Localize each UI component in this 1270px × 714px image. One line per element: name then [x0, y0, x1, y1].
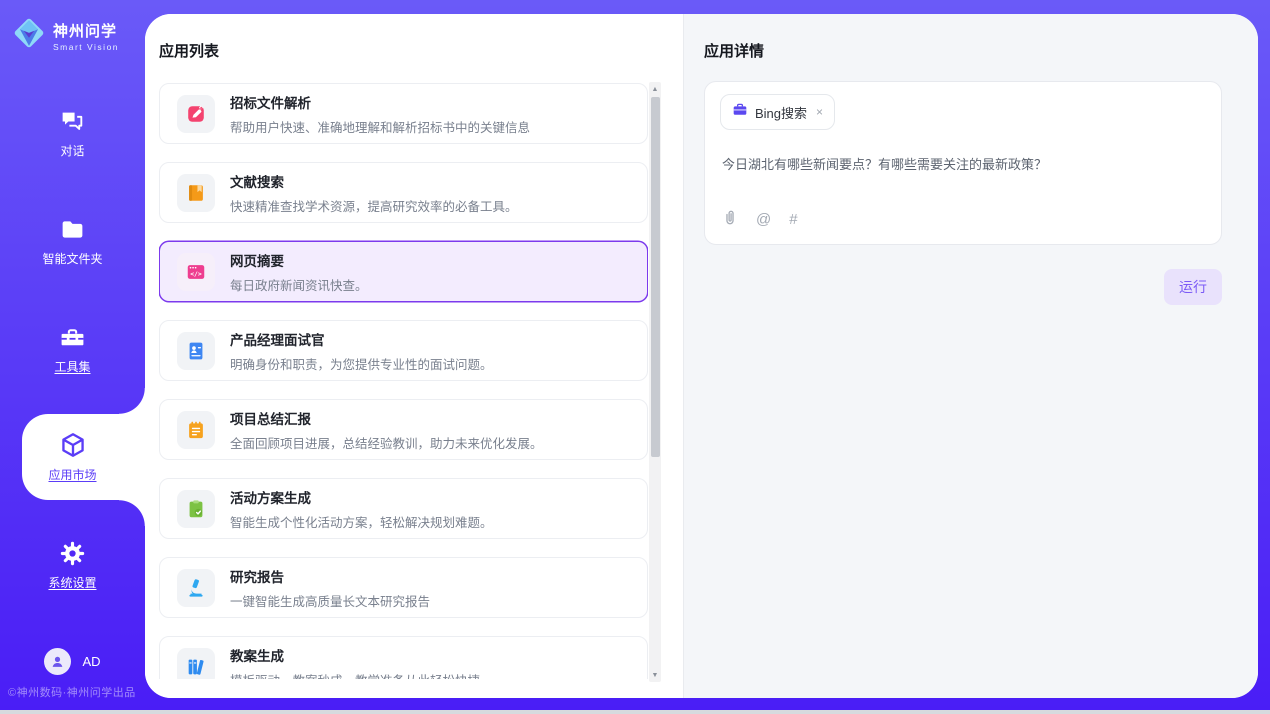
sidebar-item-chat[interactable]: 对话	[0, 100, 145, 166]
folder-icon	[59, 215, 87, 243]
page-background: 应用列表 招标文件解析 帮助用户快速、准确地理解和解析招标书中的关键信息	[0, 0, 1270, 710]
sidebar-item-label: 应用市场	[48, 466, 96, 483]
prompt-toolbar: @ #	[722, 208, 798, 231]
app-card-desc: 全面回顾项目进展，总结经验教训，助力未来优化发展。	[230, 433, 543, 452]
run-button[interactable]: 运行	[1164, 269, 1222, 305]
app-card-desc: 帮助用户快速、准确地理解和解析招标书中的关键信息	[230, 117, 530, 136]
query-text[interactable]: 今日湖北有哪些新闻要点？有哪些需要关注的最新政策？	[722, 155, 1206, 175]
app-card-pm-interviewer[interactable]: 产品经理面试官 明确身份和职责，为您提供专业性的面试问题。	[159, 320, 648, 381]
app-card-desc: 一键智能生成高质量长文本研究报告	[230, 591, 430, 610]
book-icon	[177, 174, 215, 212]
clipboard-check-icon	[177, 490, 215, 528]
hash-icon[interactable]: #	[789, 211, 797, 228]
sidebar-nav: 对话 智能文件夹 工具集	[0, 100, 145, 640]
app-card-title: 产品经理面试官	[230, 329, 493, 349]
brand-logo[interactable]: 神州问学 Smart Vision	[10, 14, 119, 57]
brand-name: 神州问学	[53, 20, 119, 41]
sidebar-item-label: 系统设置	[48, 574, 96, 591]
sidebar-item-toolset[interactable]: 工具集	[0, 316, 145, 382]
sidebar-item-label: 智能文件夹	[42, 250, 102, 267]
app-viewport: 应用列表 招标文件解析 帮助用户快速、准确地理解和解析招标书中的关键信息	[0, 0, 1270, 714]
sidebar-item-label: 工具集	[54, 358, 90, 375]
sidebar-item-smart-folder[interactable]: 智能文件夹	[0, 208, 145, 274]
app-card-title: 项目总结汇报	[230, 408, 543, 428]
sidebar-item-settings[interactable]: 系统设置	[0, 532, 145, 598]
cube-icon	[59, 431, 87, 459]
app-card-desc: 每日政府新闻资讯快查。	[230, 275, 368, 294]
briefcase-icon	[732, 102, 748, 122]
app-card-title: 网页摘要	[230, 250, 368, 270]
gear-icon	[59, 539, 87, 567]
app-detail-title: 应用详情	[704, 40, 1222, 61]
toolbox-icon	[59, 323, 87, 351]
app-card-bid-parse[interactable]: 招标文件解析 帮助用户快速、准确地理解和解析招标书中的关键信息	[159, 83, 648, 144]
tool-tag-label: Bing搜索	[755, 103, 807, 122]
mention-icon[interactable]: @	[756, 211, 771, 228]
sidebar-item-label: 对话	[60, 142, 84, 159]
svg-text:</>: </>	[190, 270, 202, 278]
app-card-title: 文献搜索	[230, 171, 518, 191]
app-list-scrollbar[interactable]: ▲ ▼	[649, 82, 661, 682]
prompt-card: Bing搜索 × 今日湖北有哪些新闻要点？有哪些需要关注的最新政策？ @ #	[704, 81, 1222, 245]
app-list-panel: 应用列表 招标文件解析 帮助用户快速、准确地理解和解析招标书中的关键信息	[145, 14, 684, 698]
avatar	[44, 648, 71, 675]
app-list: 招标文件解析 帮助用户快速、准确地理解和解析招标书中的关键信息 文献搜索 快速精…	[159, 83, 648, 679]
paperclip-icon[interactable]	[722, 208, 738, 231]
app-card-desc: 快速精准查找学术资源，提高研究效率的必备工具。	[230, 196, 518, 215]
app-card-title: 研究报告	[230, 566, 430, 586]
app-list-title: 应用列表	[159, 40, 683, 61]
app-card-desc: 明确身份和职责，为您提供专业性的面试问题。	[230, 354, 493, 373]
content-shell: 应用列表 招标文件解析 帮助用户快速、准确地理解和解析招标书中的关键信息	[145, 14, 1258, 698]
app-card-research-report[interactable]: 研究报告 一键智能生成高质量长文本研究报告	[159, 557, 648, 618]
app-card-desc: 智能生成个性化活动方案，轻松解决规划难题。	[230, 512, 493, 531]
books-icon	[177, 648, 215, 680]
edit-square-icon	[177, 95, 215, 133]
microscope-icon	[177, 569, 215, 607]
close-icon[interactable]: ×	[816, 105, 823, 119]
app-card-desc: 模板驱动，教案秒成，教学准备从此轻松快捷	[230, 670, 480, 680]
user-profile[interactable]: AD	[0, 648, 145, 675]
sidebar-item-app-market[interactable]: 应用市场	[0, 424, 145, 490]
brand-tagline: Smart Vision	[53, 42, 119, 52]
app-card-lesson-plan[interactable]: 教案生成 模板驱动，教案秒成，教学准备从此轻松快捷	[159, 636, 648, 679]
app-detail-panel: 应用详情 Bing搜索 × 今日湖北有哪些新闻要点？有哪些需要关注的最新政策？	[684, 14, 1258, 698]
app-card-title: 招标文件解析	[230, 92, 530, 112]
browser-code-icon: </>	[177, 253, 215, 291]
copyright-text: ©神州数码·神州问学出品	[8, 684, 136, 700]
sidebar: 神州问学 Smart Vision 对话 智能文件夹	[0, 0, 145, 710]
app-card-title: 教案生成	[230, 645, 480, 665]
user-initials: AD	[82, 654, 100, 669]
app-card-event-plan[interactable]: 活动方案生成 智能生成个性化活动方案，轻松解决规划难题。	[159, 478, 648, 539]
gem-logo-icon	[10, 14, 48, 57]
scrollbar-up-icon[interactable]: ▲	[649, 82, 661, 96]
resume-icon	[177, 332, 215, 370]
app-card-project-summary[interactable]: 项目总结汇报 全面回顾项目进展，总结经验教训，助力未来优化发展。	[159, 399, 648, 460]
scrollbar-down-icon[interactable]: ▼	[649, 668, 661, 682]
app-card-literature-search[interactable]: 文献搜索 快速精准查找学术资源，提高研究效率的必备工具。	[159, 162, 648, 223]
tool-tag-bing-search[interactable]: Bing搜索 ×	[720, 94, 835, 130]
notepad-icon	[177, 411, 215, 449]
scrollbar-thumb[interactable]	[651, 97, 660, 457]
app-card-title: 活动方案生成	[230, 487, 493, 507]
chat-icon	[59, 107, 87, 135]
app-card-web-summary[interactable]: </> 网页摘要 每日政府新闻资讯快查。	[159, 241, 648, 302]
